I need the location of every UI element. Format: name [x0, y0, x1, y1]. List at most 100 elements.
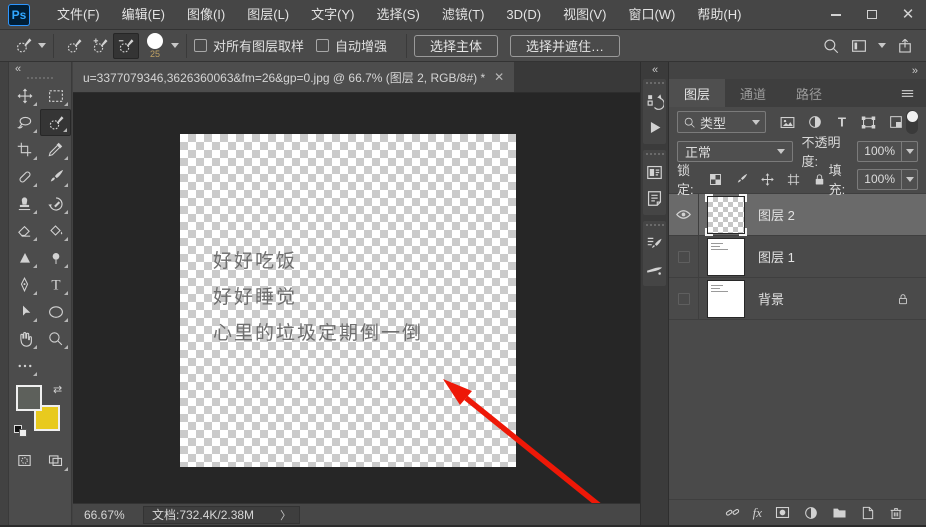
visibility-cell[interactable]: [669, 194, 699, 235]
layer-row-background[interactable]: 背景: [669, 278, 926, 320]
layer-name[interactable]: 图层 2: [758, 205, 795, 224]
layer-thumbnail[interactable]: [705, 193, 747, 236]
move-tool[interactable]: [9, 82, 40, 109]
panel-menu-button[interactable]: [899, 85, 916, 102]
blend-mode-select[interactable]: 正常: [677, 140, 793, 162]
minimize-button[interactable]: [818, 0, 854, 30]
ellipse-shape-tool[interactable]: [40, 298, 71, 325]
new-group-folder-icon[interactable]: [831, 504, 848, 521]
tab-close-icon[interactable]: ✕: [494, 71, 504, 83]
visibility-cell[interactable]: [669, 236, 699, 277]
brush-tool[interactable]: [40, 163, 71, 190]
pen-tool[interactable]: [9, 271, 40, 298]
menu-edit[interactable]: 编辑(E): [111, 0, 176, 30]
menu-3d[interactable]: 3D(D): [495, 0, 552, 30]
actions-panel-button[interactable]: [643, 114, 667, 140]
menu-select[interactable]: 选择(S): [365, 0, 430, 30]
layer-name[interactable]: 背景: [758, 289, 784, 308]
eyedropper-tool[interactable]: [40, 136, 71, 163]
menu-type[interactable]: 文字(Y): [300, 0, 365, 30]
layer-thumbnail[interactable]: [707, 279, 745, 318]
menu-view[interactable]: 视图(V): [552, 0, 617, 30]
tab-layers[interactable]: 图层: [669, 79, 726, 107]
history-panel-button[interactable]: [643, 88, 667, 114]
lock-pixels-button[interactable]: [733, 170, 751, 188]
rectangular-marquee-tool[interactable]: [40, 82, 71, 109]
layer-row-layer-1[interactable]: 图层 1: [669, 236, 926, 278]
layer-thumbnail[interactable]: [707, 237, 745, 276]
new-selection-mode-button[interactable]: [61, 33, 87, 59]
zoom-tool[interactable]: [40, 325, 71, 352]
brushes-panel-button[interactable]: [643, 256, 667, 282]
tab-paths[interactable]: 路径: [781, 79, 837, 107]
brush-size-picker[interactable]: 25: [142, 32, 168, 59]
quick-mask-button[interactable]: [9, 447, 40, 474]
visibility-cell[interactable]: [669, 278, 699, 319]
smart-object-filter-button[interactable]: [886, 112, 906, 132]
select-and-mask-button[interactable]: 选择并遮住…: [510, 34, 621, 57]
edit-toolbar-button[interactable]: [9, 352, 40, 379]
drag-handle[interactable]: [645, 153, 664, 155]
type-layer-filter-button[interactable]: T: [832, 112, 852, 132]
sample-all-layers-checkbox[interactable]: [194, 39, 207, 52]
brush-picker-caret-icon[interactable]: [171, 43, 179, 48]
paint-bucket-tool[interactable]: [40, 217, 71, 244]
maximize-button[interactable]: [854, 0, 890, 30]
strip-collapse-button[interactable]: «: [641, 62, 668, 77]
canvas[interactable]: 好好吃饭 好好睡觉 心里的垃圾定期倒一倒: [180, 134, 516, 467]
type-tool[interactable]: T: [40, 271, 71, 298]
opacity-caret[interactable]: [901, 141, 917, 161]
dock-expand-button[interactable]: »: [912, 65, 918, 77]
dodge-tool[interactable]: [40, 244, 71, 271]
paragraph-panel-button[interactable]: [643, 185, 667, 211]
adjustment-layer-filter-button[interactable]: [805, 112, 825, 132]
foreground-color-swatch[interactable]: [16, 385, 42, 411]
tool-preset-picker[interactable]: [10, 33, 36, 59]
new-layer-icon[interactable]: [860, 505, 876, 521]
workspace-switcher-icon[interactable]: [850, 37, 868, 55]
fill-caret[interactable]: [901, 169, 917, 189]
drag-handle[interactable]: [645, 224, 664, 226]
spot-healing-brush-tool[interactable]: [9, 163, 40, 190]
search-icon[interactable]: [822, 37, 840, 55]
workspace-caret-icon[interactable]: [878, 43, 886, 48]
blur-tool[interactable]: [9, 244, 40, 271]
drag-handle[interactable]: [645, 82, 664, 84]
quick-selection-tool[interactable]: [40, 109, 71, 136]
layer-filtering-toggle[interactable]: [905, 110, 918, 134]
menu-filter[interactable]: 滤镜(T): [431, 0, 496, 30]
opacity-field[interactable]: 100%: [857, 140, 918, 162]
lock-transparency-button[interactable]: [707, 170, 725, 188]
lock-artboard-button[interactable]: [785, 170, 803, 188]
subtract-from-selection-mode-button[interactable]: [113, 32, 139, 59]
screen-mode-button[interactable]: [40, 447, 71, 474]
menu-file[interactable]: 文件(F): [46, 0, 111, 30]
lock-position-button[interactable]: [759, 170, 777, 188]
swap-colors-icon[interactable]: ⇄: [53, 383, 62, 396]
lock-all-button[interactable]: [811, 170, 829, 188]
document-tab[interactable]: u=3377079346,3626360063&fm=26&gp=0.jpg @…: [73, 62, 515, 92]
brush-settings-panel-button[interactable]: [643, 230, 667, 256]
eraser-tool[interactable]: [9, 217, 40, 244]
auto-enhance-checkbox[interactable]: [316, 39, 330, 52]
path-selection-tool[interactable]: [9, 298, 40, 325]
new-adjustment-layer-icon[interactable]: [803, 505, 819, 521]
fill-field[interactable]: 100%: [857, 168, 918, 190]
default-colors-icon[interactable]: [14, 425, 28, 437]
zoom-level-field[interactable]: 66.67%: [73, 508, 135, 522]
toolbox-collapse-button[interactable]: «: [9, 62, 71, 76]
select-subject-button[interactable]: 选择主体: [414, 34, 499, 57]
document-info[interactable]: 文档:732.4K/2.38M 〉: [143, 505, 301, 524]
history-brush-tool[interactable]: [40, 190, 71, 217]
menu-window[interactable]: 窗口(W): [617, 0, 686, 30]
toolbox-drag-handle[interactable]: [27, 77, 53, 79]
layer-style-fx-icon[interactable]: fx: [753, 505, 762, 521]
layer-filter-type-select[interactable]: 类型: [677, 111, 766, 133]
tool-preset-caret-icon[interactable]: [38, 43, 46, 48]
menu-layer[interactable]: 图层(L): [236, 0, 300, 30]
link-layers-icon[interactable]: [724, 504, 741, 521]
layer-row-layer-2[interactable]: 图层 2: [669, 193, 926, 236]
share-icon[interactable]: [896, 37, 914, 55]
add-to-selection-mode-button[interactable]: [87, 33, 113, 59]
status-chevron-icon[interactable]: 〉: [280, 507, 291, 523]
